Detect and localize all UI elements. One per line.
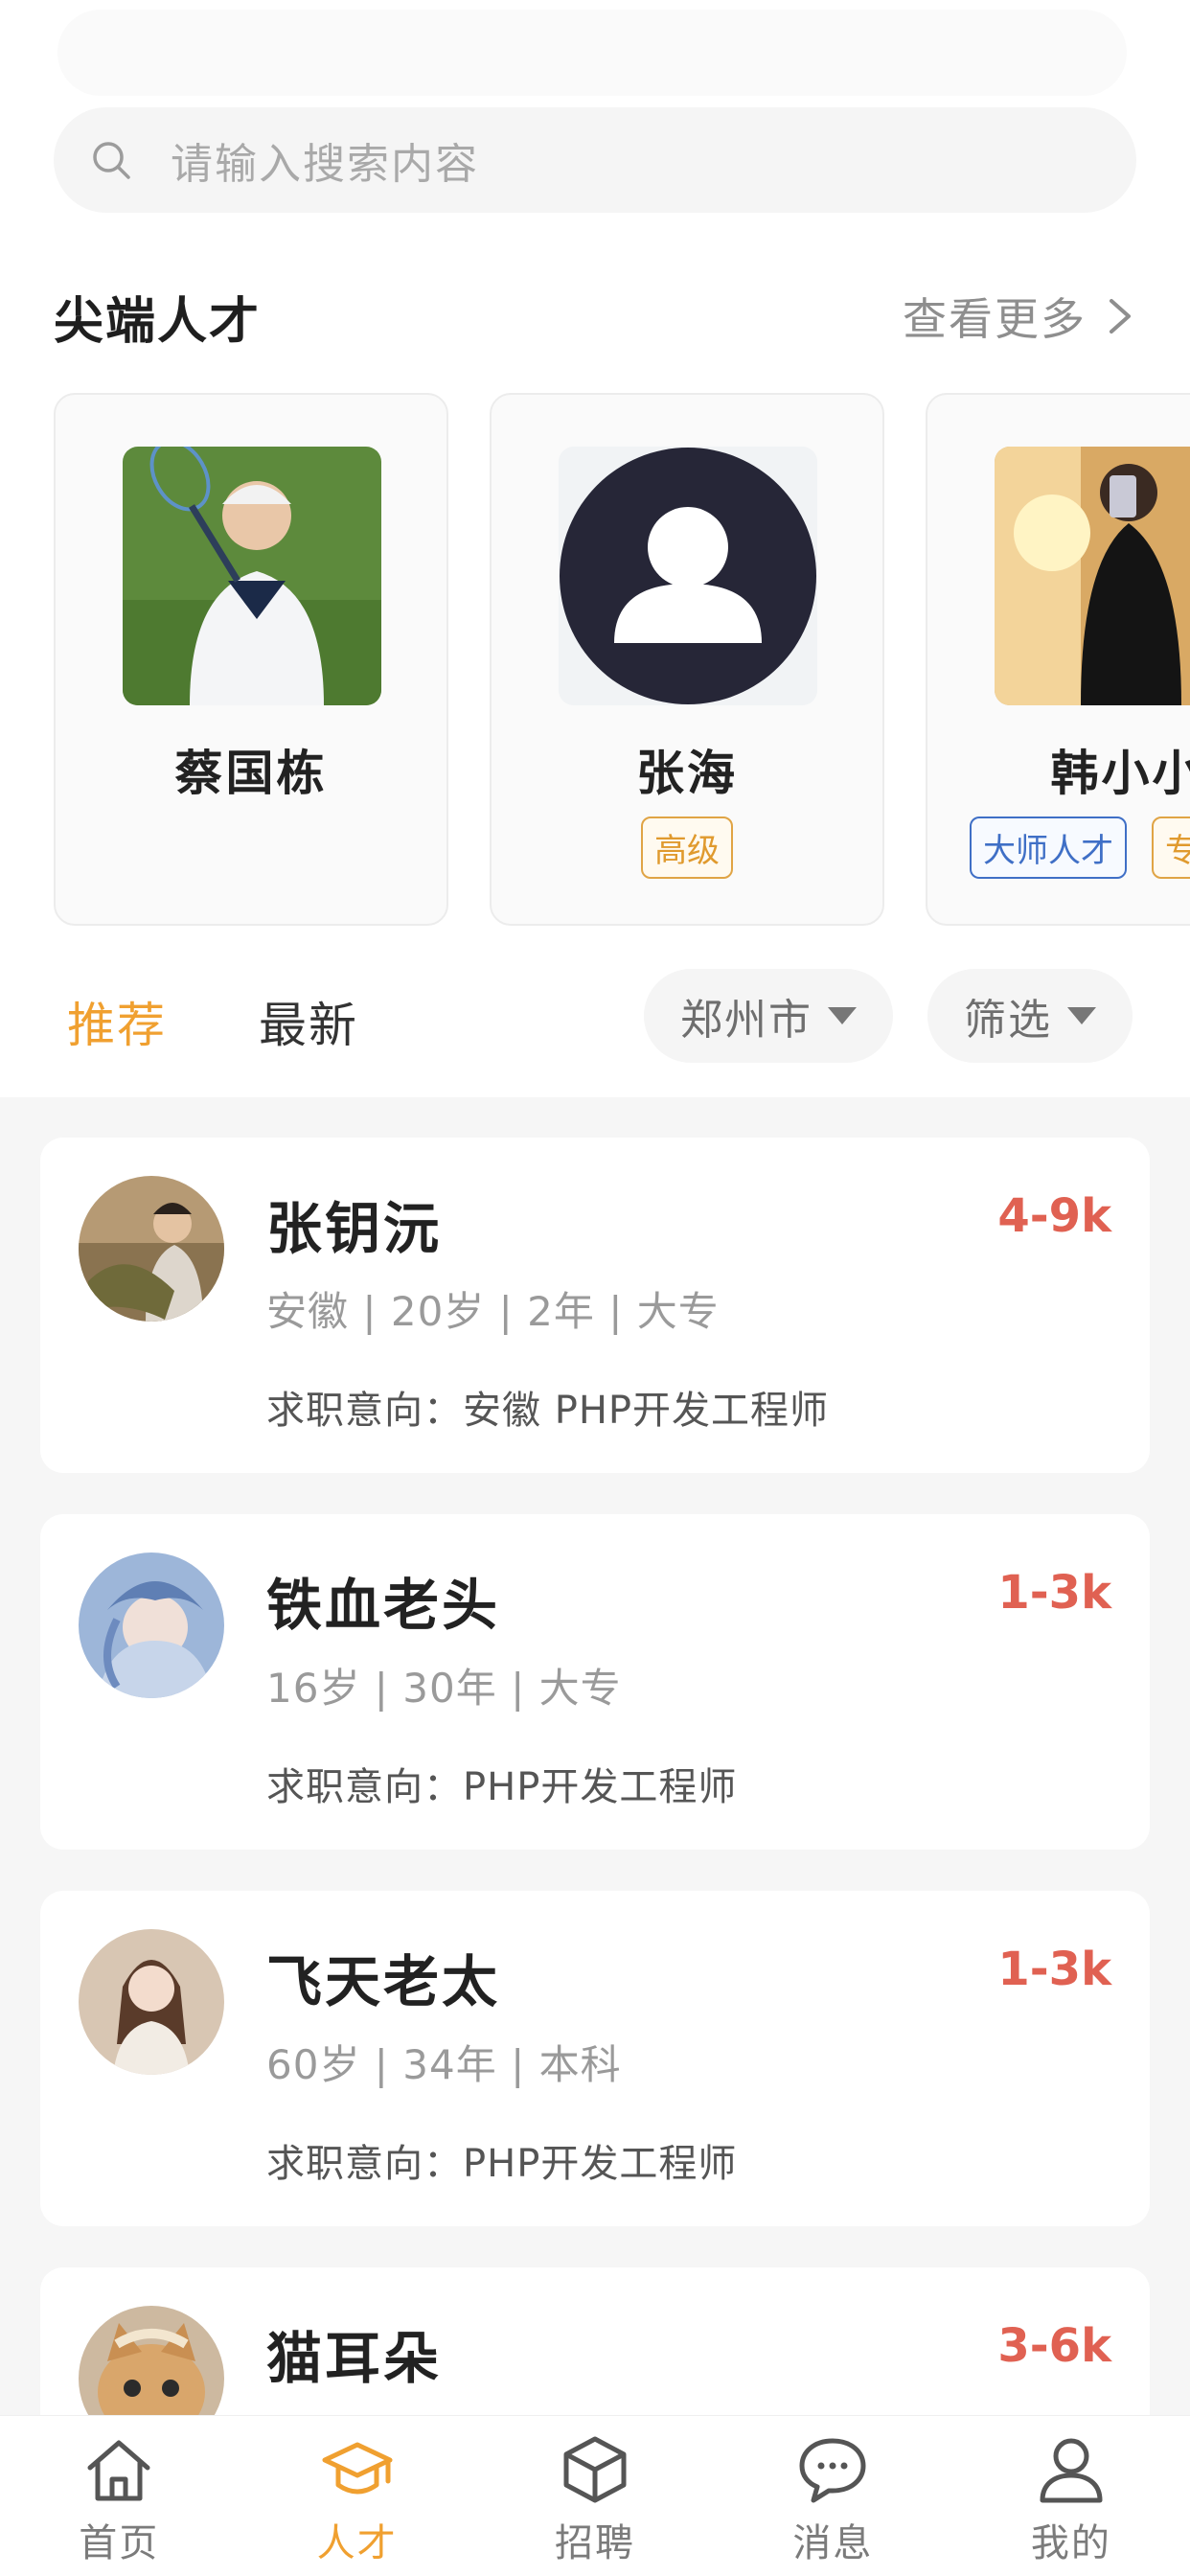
candidate-intent: 求职意向：PHP开发工程师 bbox=[266, 2142, 738, 2186]
candidate-meta: 60岁 | 34年 | 本科 bbox=[266, 2041, 622, 2088]
app-screen: 请输入搜索内容 尖端人才 查看更多 蔡国栋 张海 高级 韩小小 大师人才 专 推… bbox=[0, 0, 1190, 2576]
candidate-card[interactable]: 张钥沅 4-9k 安徽 | 20岁 | 2年 | 大专 求职意向：安徽 PHP开… bbox=[40, 1138, 1150, 1473]
candidate-avatar bbox=[79, 1552, 224, 1698]
chat-bubble-icon bbox=[799, 2438, 866, 2503]
home-icon bbox=[87, 2440, 150, 2501]
tab-home[interactable]: 首页 bbox=[0, 2416, 238, 2576]
tab-talent[interactable]: 人才 bbox=[238, 2416, 475, 2576]
city-dropdown[interactable]: 郑州市 bbox=[644, 969, 893, 1063]
talent-tag: 高级 bbox=[641, 816, 733, 879]
talent-tag: 专 bbox=[1152, 816, 1190, 879]
talent-card[interactable]: 张海 高级 bbox=[490, 393, 884, 926]
candidate-list: 张钥沅 4-9k 安徽 | 20岁 | 2年 | 大专 求职意向：安徽 PHP开… bbox=[0, 1097, 1190, 2576]
bottom-tabbar: 首页 人才 招聘 消息 我的 bbox=[0, 2415, 1190, 2576]
tab-label: 消息 bbox=[792, 2521, 874, 2565]
tab-label: 首页 bbox=[79, 2521, 160, 2565]
talent-photo bbox=[123, 447, 381, 705]
tab-label: 我的 bbox=[1030, 2521, 1111, 2565]
tab-label: 人才 bbox=[316, 2521, 398, 2565]
see-more-label: 查看更多 bbox=[903, 293, 1087, 345]
candidate-name: 铁血老头 bbox=[266, 1573, 501, 1638]
tab-latest[interactable]: 最新 bbox=[259, 987, 358, 1056]
section-title: 尖端人才 bbox=[54, 292, 262, 351]
candidate-meta: 安徽 | 20岁 | 2年 | 大专 bbox=[266, 1288, 720, 1335]
graduation-cap-icon bbox=[322, 2442, 393, 2495]
talent-name: 韩小小 bbox=[1050, 746, 1190, 801]
talent-card[interactable]: 韩小小 大师人才 专 bbox=[926, 393, 1190, 926]
talent-section-header: 尖端人才 查看更多 bbox=[54, 278, 1136, 355]
tab-jobs[interactable]: 招聘 bbox=[476, 2416, 714, 2576]
tab-messages[interactable]: 消息 bbox=[714, 2416, 951, 2576]
filter-bar: 推荐 最新 郑州市 筛选 bbox=[0, 963, 1190, 1069]
box-icon bbox=[563, 2436, 627, 2503]
user-icon bbox=[1040, 2438, 1103, 2503]
filter-label: 筛选 bbox=[964, 996, 1052, 1045]
search-placeholder: 请输入搜索内容 bbox=[171, 140, 479, 189]
talent-card[interactable]: 蔡国栋 bbox=[54, 393, 448, 926]
tab-label: 招聘 bbox=[555, 2521, 636, 2565]
candidate-salary: 3-6k bbox=[997, 2319, 1111, 2373]
caret-down-icon bbox=[828, 1007, 857, 1024]
caret-down-icon bbox=[1067, 1007, 1096, 1024]
candidate-avatar bbox=[79, 1176, 224, 1322]
talent-name: 张海 bbox=[636, 746, 738, 801]
tab-profile[interactable]: 我的 bbox=[952, 2416, 1190, 2576]
talent-tag: 大师人才 bbox=[970, 816, 1127, 879]
talent-name: 蔡国栋 bbox=[174, 746, 328, 801]
candidate-name: 张钥沅 bbox=[266, 1196, 443, 1261]
filter-dropdown[interactable]: 筛选 bbox=[927, 969, 1133, 1063]
talent-tags: 高级 bbox=[492, 816, 882, 879]
candidate-name: 飞天老太 bbox=[266, 1949, 501, 2014]
candidate-salary: 1-3k bbox=[997, 1566, 1111, 1620]
candidate-salary: 1-3k bbox=[997, 1943, 1111, 1996]
talent-photo bbox=[995, 447, 1190, 705]
candidate-card[interactable]: 铁血老头 1-3k 16岁 | 30年 | 大专 求职意向：PHP开发工程师 bbox=[40, 1514, 1150, 1850]
default-avatar-icon bbox=[559, 447, 817, 705]
top-banner-remnant bbox=[57, 10, 1127, 96]
talent-carousel[interactable]: 蔡国栋 张海 高级 韩小小 大师人才 专 bbox=[0, 393, 1190, 930]
candidate-name: 猫耳朵 bbox=[266, 2326, 443, 2391]
candidate-avatar bbox=[79, 1929, 224, 2075]
candidate-card[interactable]: 飞天老太 1-3k 60岁 | 34年 | 本科 求职意向：PHP开发工程师 bbox=[40, 1891, 1150, 2226]
candidate-intent: 求职意向：PHP开发工程师 bbox=[266, 1765, 738, 1809]
tab-recommend[interactable]: 推荐 bbox=[67, 987, 167, 1056]
search-icon bbox=[93, 142, 130, 179]
candidate-intent: 求职意向：安徽 PHP开发工程师 bbox=[266, 1389, 830, 1433]
candidate-salary: 4-9k bbox=[997, 1189, 1111, 1243]
talent-tags: 大师人才 专 bbox=[927, 816, 1190, 879]
search-bar[interactable]: 请输入搜索内容 bbox=[54, 107, 1136, 213]
chevron-right-icon bbox=[1110, 299, 1131, 334]
city-label: 郑州市 bbox=[680, 996, 812, 1045]
talent-photo bbox=[559, 447, 817, 705]
see-more-link[interactable]: 查看更多 bbox=[903, 285, 1136, 348]
candidate-meta: 16岁 | 30年 | 大专 bbox=[266, 1665, 622, 1712]
